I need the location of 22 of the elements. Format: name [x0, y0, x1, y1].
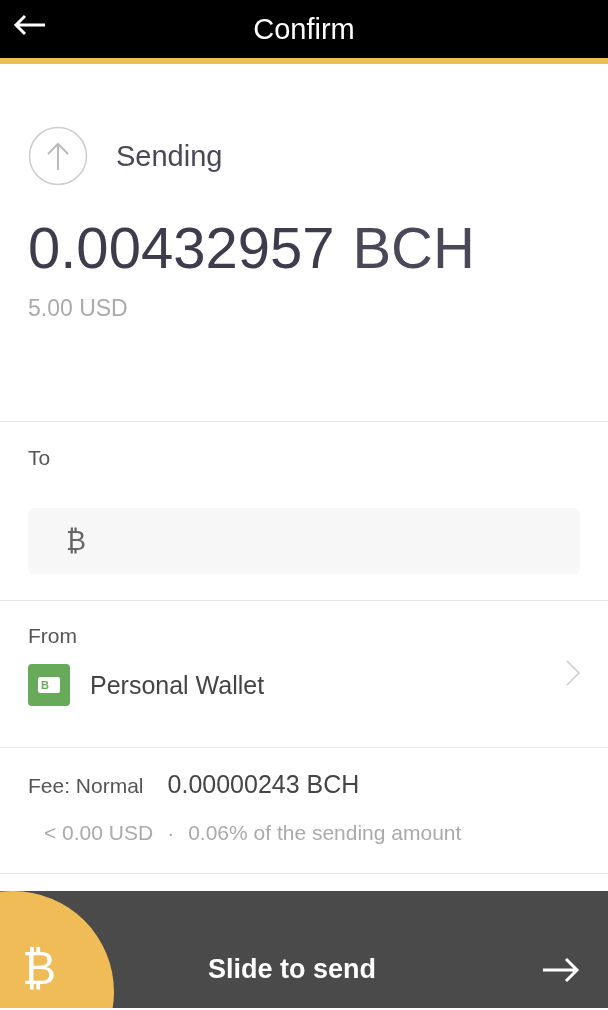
chevron-right-icon — [566, 660, 580, 686]
slide-to-send-bar[interactable]: ₿ Slide to send — [0, 891, 608, 1008]
fee-label: Fee: Normal — [28, 774, 144, 798]
screen-title: Confirm — [253, 12, 355, 46]
right-arrow-icon — [542, 956, 580, 983]
separator-dot: · — [167, 821, 175, 845]
wallet-name: Personal Wallet — [90, 670, 266, 700]
address-field[interactable]: ₿ — [28, 508, 580, 574]
to-label: To — [28, 446, 52, 470]
amount-value: 0.00432957 — [28, 214, 335, 281]
fee-fiat: < 0.00 USD — [44, 821, 154, 845]
amount-unit: BCH — [352, 214, 475, 281]
slide-label: Slide to send — [208, 954, 377, 985]
fiat-amount: 5.00 USD — [28, 295, 129, 322]
bitcoin-symbol: ₿ — [66, 525, 86, 557]
fee-amount: 0.00000243 BCH — [167, 770, 360, 799]
from-label: From — [28, 624, 78, 648]
sending-label: Sending — [116, 139, 223, 173]
wallet-selector[interactable]: B Personal Wallet — [28, 664, 580, 706]
wallet-icon: B — [28, 664, 70, 706]
back-arrow-icon[interactable] — [13, 14, 47, 36]
fee-share: 0.06% of the sending amount — [188, 821, 462, 845]
